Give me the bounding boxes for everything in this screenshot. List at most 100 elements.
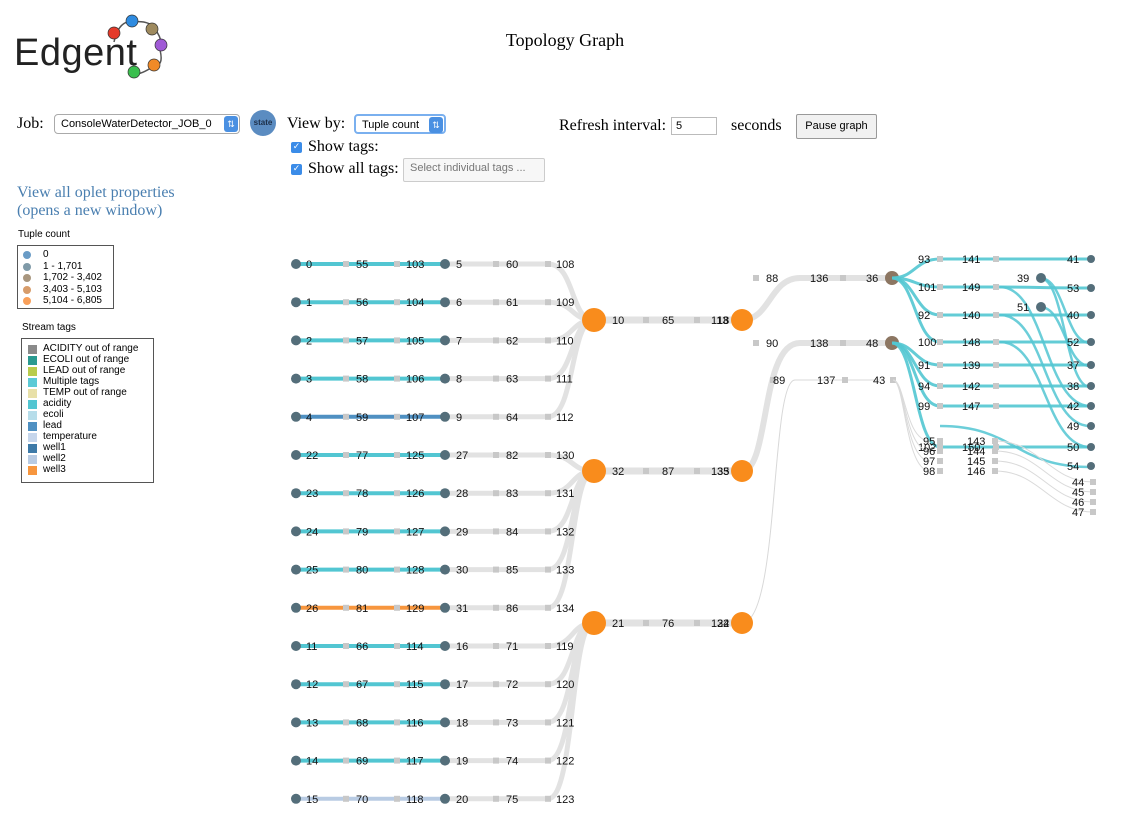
source-node[interactable]	[291, 450, 301, 460]
node-square[interactable]	[643, 468, 649, 474]
sink-node[interactable]	[1087, 361, 1095, 369]
union-node[interactable]	[731, 460, 753, 482]
node-square[interactable]	[545, 681, 551, 688]
node-square[interactable]	[643, 620, 649, 626]
node-square[interactable]	[493, 375, 499, 382]
node-square[interactable]	[493, 452, 499, 458]
node-square[interactable]	[992, 448, 998, 454]
node-square[interactable]	[993, 256, 999, 262]
node-square[interactable]	[343, 337, 349, 344]
node-square[interactable]	[694, 620, 700, 626]
node-square[interactable]	[394, 375, 400, 382]
sink-node[interactable]	[1087, 338, 1095, 346]
filter-node[interactable]	[440, 641, 450, 651]
node-square[interactable]	[545, 413, 551, 420]
node-square[interactable]	[545, 566, 551, 573]
node-square[interactable]	[937, 383, 943, 389]
sink-node[interactable]	[1087, 382, 1095, 390]
filter-node[interactable]	[440, 717, 450, 728]
sink-node[interactable]	[1036, 273, 1046, 283]
node-square[interactable]	[493, 757, 499, 764]
node-square[interactable]	[394, 566, 400, 573]
source-node[interactable]	[291, 641, 301, 651]
node-square[interactable]	[545, 490, 551, 497]
node-square[interactable]	[937, 438, 943, 444]
node-square[interactable]	[1090, 489, 1096, 495]
node-square[interactable]	[992, 468, 998, 474]
node-square[interactable]	[840, 340, 846, 346]
union-node[interactable]	[731, 309, 753, 331]
node-square[interactable]	[545, 337, 551, 344]
node-square[interactable]	[343, 795, 349, 802]
source-node[interactable]	[291, 373, 301, 384]
source-node[interactable]	[291, 297, 301, 308]
node-square[interactable]	[643, 317, 649, 323]
node-square[interactable]	[394, 757, 400, 764]
node-square[interactable]	[937, 403, 943, 409]
node-square[interactable]	[937, 256, 943, 262]
node-square[interactable]	[937, 448, 943, 454]
node-square[interactable]	[1090, 479, 1096, 485]
source-node[interactable]	[291, 259, 301, 269]
node-square[interactable]	[753, 275, 759, 281]
union-node[interactable]	[582, 611, 606, 635]
sink-node[interactable]	[1087, 443, 1095, 451]
node-square[interactable]	[394, 413, 400, 420]
node-square[interactable]	[992, 458, 998, 464]
node-square[interactable]	[993, 284, 999, 290]
node-square[interactable]	[993, 362, 999, 368]
node-square[interactable]	[343, 261, 349, 267]
node-square[interactable]	[493, 299, 499, 306]
node-square[interactable]	[1090, 499, 1096, 505]
sink-node[interactable]	[1087, 402, 1095, 410]
node-square[interactable]	[394, 261, 400, 267]
filter-node[interactable]	[440, 755, 450, 766]
node-square[interactable]	[394, 681, 400, 688]
source-node[interactable]	[291, 717, 301, 728]
node-square[interactable]	[493, 604, 499, 611]
node-square[interactable]	[493, 681, 499, 688]
filter-node[interactable]	[440, 297, 450, 308]
node-square[interactable]	[343, 528, 349, 535]
node-square[interactable]	[545, 719, 551, 726]
node-square[interactable]	[343, 757, 349, 764]
union-node[interactable]	[731, 612, 753, 634]
node-square[interactable]	[937, 284, 943, 290]
node-square[interactable]	[394, 719, 400, 726]
node-square[interactable]	[993, 339, 999, 345]
node-square[interactable]	[993, 312, 999, 318]
node-square[interactable]	[993, 383, 999, 389]
filter-node[interactable]	[440, 259, 450, 269]
node-square[interactable]	[937, 458, 943, 464]
node-square[interactable]	[1090, 509, 1096, 515]
node-square[interactable]	[343, 719, 349, 726]
union-node[interactable]	[582, 459, 606, 483]
node-square[interactable]	[493, 643, 499, 649]
node-square[interactable]	[343, 681, 349, 688]
sink-node[interactable]	[1087, 311, 1095, 319]
node-square[interactable]	[694, 317, 700, 323]
source-node[interactable]	[291, 602, 301, 613]
source-node[interactable]	[291, 793, 301, 804]
node-square[interactable]	[343, 643, 349, 649]
filter-node[interactable]	[440, 335, 450, 346]
node-square[interactable]	[545, 757, 551, 764]
node-square[interactable]	[937, 339, 943, 345]
node-square[interactable]	[545, 375, 551, 382]
node-square[interactable]	[493, 719, 499, 726]
node-square[interactable]	[545, 452, 551, 458]
source-node[interactable]	[291, 564, 301, 575]
node-square[interactable]	[545, 643, 551, 649]
node-square[interactable]	[937, 468, 943, 474]
node-square[interactable]	[545, 795, 551, 802]
filter-node[interactable]	[440, 526, 450, 537]
node-square[interactable]	[993, 403, 999, 409]
node-square[interactable]	[394, 643, 400, 649]
source-node[interactable]	[291, 755, 301, 766]
source-node[interactable]	[291, 411, 301, 422]
node-square[interactable]	[493, 528, 499, 535]
node-square[interactable]	[493, 337, 499, 344]
node-square[interactable]	[343, 604, 349, 611]
sink-node[interactable]	[1087, 255, 1095, 263]
node-square[interactable]	[394, 452, 400, 458]
